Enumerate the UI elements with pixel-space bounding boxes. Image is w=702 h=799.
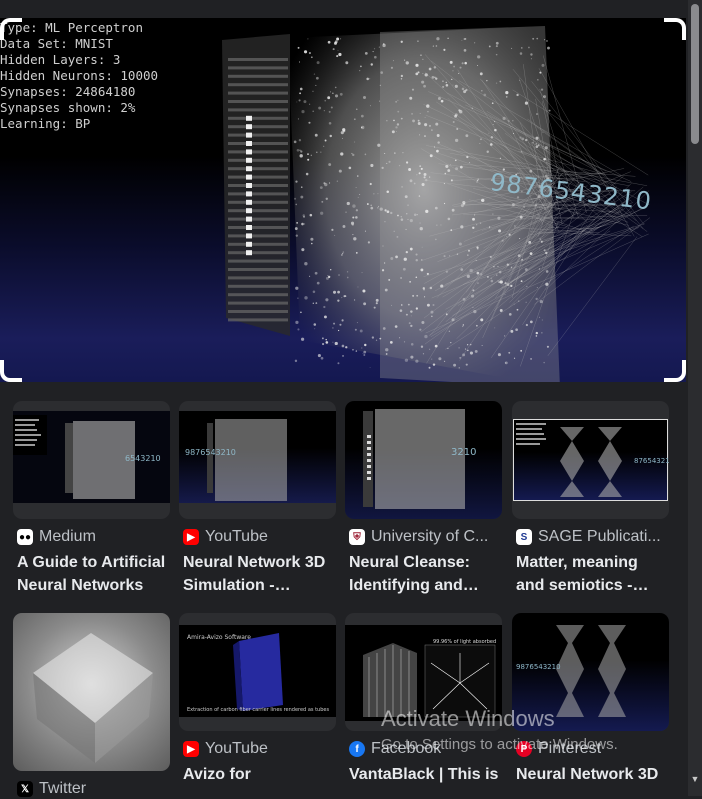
university-icon: ⛨ — [349, 529, 365, 545]
medium-icon: ●● — [17, 529, 33, 545]
result-title[interactable]: VantaBlack | This is — [345, 763, 502, 786]
frame-corner — [664, 18, 686, 40]
svg-text:6543210: 6543210 — [125, 454, 161, 463]
result-thumbnail[interactable]: 876543210 — [512, 401, 669, 519]
result-card[interactable]: 9876543210 PPinterest Neural Network 3D — [512, 613, 669, 786]
result-card[interactable]: Amira-Avizo Software Extraction of carbo… — [179, 613, 336, 786]
vertical-scrollbar[interactable]: ▼ — [688, 0, 702, 796]
frame-corner — [0, 18, 22, 40]
windows-activation-watermark: Activate Windows Go to Settings to activ… — [381, 706, 618, 753]
result-thumbnail[interactable]: Amira-Avizo Software Extraction of carbo… — [179, 613, 336, 731]
result-card[interactable]: 9876543210 ▶ YouTube Neural Network 3D Si… — [179, 401, 336, 597]
result-thumbnail[interactable]: 9876543210 — [179, 401, 336, 519]
result-card[interactable]: 6543210 ●● Medium A Guide to Artificial N… — [13, 401, 170, 597]
svg-text:99.96% of light absorbed: 99.96% of light absorbed — [433, 639, 496, 645]
source-name: SAGE Publicati... — [538, 528, 661, 546]
svg-text:876543210: 876543210 — [634, 457, 669, 465]
result-title[interactable]: Neural Cleanse: Identifying and Mitigati… — [345, 551, 502, 597]
network-stat-line: Synapses shown: 2% — [0, 100, 158, 116]
network-stat-line: Learning: BP — [0, 116, 158, 132]
result-card[interactable]: 99.96% of light absorbed fFacebook Vanta… — [345, 613, 502, 786]
network-stats-text: Type: ML PerceptronData Set: MNISTHidden… — [0, 20, 158, 132]
network-stat-line: Type: ML Perceptron — [0, 20, 158, 36]
twitter-icon: 𝕏 — [17, 781, 33, 797]
result-card[interactable]: 876543210 S SAGE Publicati... Matter, mea… — [512, 401, 669, 597]
result-thumbnail[interactable] — [13, 613, 170, 771]
result-title[interactable]: Neural Network 3D Simulation - YouTube — [179, 551, 336, 597]
result-title[interactable]: Neural Network 3D — [512, 763, 669, 786]
sage-icon: S — [516, 529, 532, 545]
svg-text:3210: 3210 — [451, 447, 476, 458]
source-name: Medium — [39, 528, 96, 546]
result-title[interactable]: Avizo for — [179, 763, 336, 786]
svg-text:Amira-Avizo Software: Amira-Avizo Software — [187, 634, 251, 641]
source-name: Twitter — [39, 780, 86, 798]
scrollbar-thumb[interactable] — [691, 4, 699, 144]
scroll-down-arrow-icon[interactable]: ▼ — [690, 774, 700, 784]
result-card[interactable]: 3210 ⛨ University of C... Neural Cleanse:… — [345, 401, 502, 597]
watermark-subtitle: Go to Settings to activate Windows. — [381, 736, 618, 753]
result-title[interactable]: Matter, meaning and semiotics - SAGE — [512, 551, 669, 597]
source-name: YouTube — [205, 528, 268, 546]
network-stat-line: Hidden Neurons: 10000 — [0, 68, 158, 84]
frame-corner — [0, 360, 22, 382]
result-card[interactable]: 𝕏 Twitter — [13, 613, 170, 799]
network-stat-line: Hidden Layers: 3 — [0, 52, 158, 68]
svg-text:9876543210: 9876543210 — [185, 448, 236, 457]
image-preview[interactable]: Type: ML PerceptronData Set: MNISTHidden… — [0, 18, 686, 382]
source-name: YouTube — [205, 740, 268, 758]
result-thumbnail[interactable]: 3210 — [345, 401, 502, 519]
svg-text:Extraction of carbon fiber car: Extraction of carbon fiber carrier lines… — [187, 707, 329, 713]
network-stat-line: Synapses: 24864180 — [0, 84, 158, 100]
result-thumbnail[interactable]: 6543210 — [13, 401, 170, 519]
youtube-icon: ▶ — [183, 741, 199, 757]
frame-corner — [664, 360, 686, 382]
watermark-title: Activate Windows — [381, 706, 618, 732]
source-name: University of C... — [371, 528, 488, 546]
result-title[interactable]: A Guide to Artificial Neural Networks — [13, 551, 170, 597]
youtube-icon: ▶ — [183, 529, 199, 545]
network-stat-line: Data Set: MNIST — [0, 36, 158, 52]
facebook-icon: f — [349, 741, 365, 757]
svg-text:9876543210: 9876543210 — [516, 663, 561, 671]
